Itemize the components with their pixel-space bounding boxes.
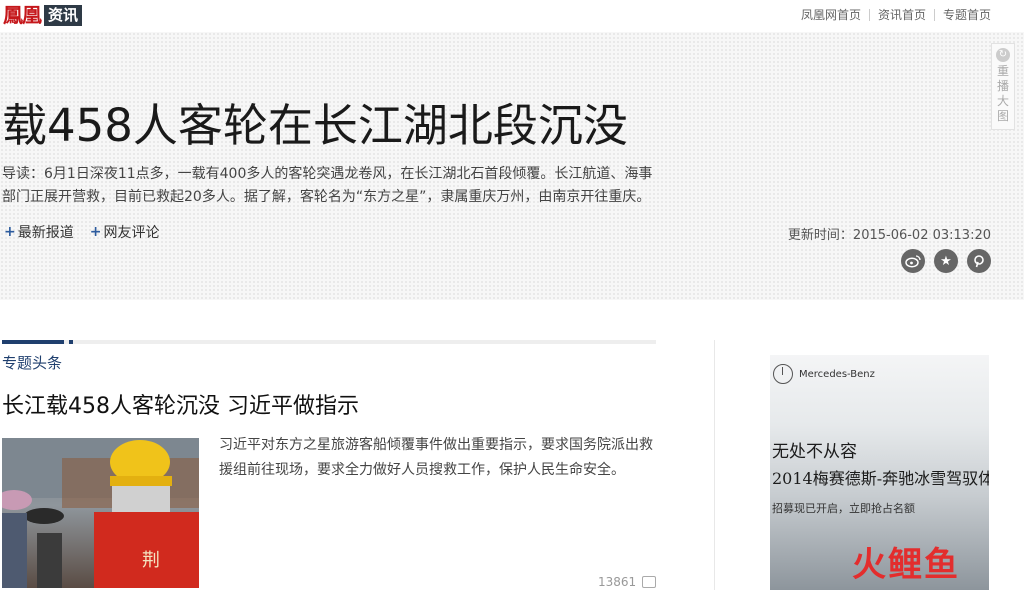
top-nav: 凤凰网首页 资讯首页 专题首页: [801, 6, 991, 23]
pinterest-icon[interactable]: [967, 249, 991, 273]
hero-title: 载458人客轮在长江湖北段沉没: [2, 99, 628, 152]
logo-section: 资讯: [44, 4, 83, 26]
logo-text: 鳳凰: [3, 3, 42, 27]
refresh-icon: ↻: [996, 48, 1010, 62]
article-thumbnail[interactable]: 荆: [2, 438, 199, 588]
nav-divider: [868, 8, 870, 21]
nav-divider: [933, 8, 935, 21]
user-comments-label: 网友评论: [103, 225, 160, 241]
latest-news-link[interactable]: + 最新报道: [4, 222, 74, 242]
svg-text:荆: 荆: [142, 550, 160, 571]
comment-count-value: 13861: [598, 575, 637, 589]
plus-icon: +: [4, 224, 16, 240]
article-text: 习近平对东方之星旅游客船倾覆事件做出重要指示，要求国务院派出救援组前往现场，要求…: [219, 437, 653, 478]
section-divider: [2, 340, 656, 344]
user-comments-link[interactable]: + 网友评论: [90, 222, 160, 242]
comment-icon: [642, 576, 657, 588]
article-title[interactable]: 长江载458人客轮沉没 习近平做指示: [2, 393, 359, 421]
star-icon[interactable]: ★: [934, 249, 958, 273]
top-bar: 鳳凰 资讯 凤凰网首页 资讯首页 专题首页: [0, 0, 1024, 30]
hero-links: + 最新报道 + 网友评论: [4, 222, 175, 242]
mercedes-logo: Mercedes-Benz: [773, 364, 875, 384]
hero-banner: 载458人客轮在长江湖北段沉没 导读：6月1日深夜11点多，一载有400多人的客…: [0, 32, 1024, 300]
ad-brand: Mercedes-Benz: [799, 368, 875, 380]
comment-count[interactable]: 13861: [598, 575, 657, 589]
ad-headline: 无处不从容: [772, 442, 857, 462]
latest-news-label: 最新报道: [17, 225, 74, 241]
ad-subheadline: 2014梅赛德斯-奔驰冰雪驾驭体验: [772, 469, 989, 488]
column-divider: [714, 340, 715, 590]
hero-summary: 导读：6月1日深夜11点多，一载有400多人的客轮突遇龙卷风，在长江湖北石首段倾…: [2, 166, 653, 205]
mercedes-star-icon: [773, 364, 793, 384]
nav-ifeng-home[interactable]: 凤凰网首页: [801, 6, 861, 23]
section-divider-accent: [2, 340, 64, 344]
share-buttons: ★: [892, 249, 991, 273]
nav-special-home[interactable]: 专题首页: [943, 6, 991, 23]
ifeng-news-logo[interactable]: 鳳凰 资讯: [3, 3, 83, 27]
update-time: 更新时间：2015-06-02 03:13:20: [787, 228, 991, 243]
watermark-logo: 火鲤鱼: [852, 545, 960, 585]
section-divider-dot: [69, 340, 73, 344]
plus-icon: +: [89, 224, 102, 240]
replay-gallery-button[interactable]: ↻ 重播大图: [991, 43, 1015, 130]
weibo-icon[interactable]: [901, 249, 925, 273]
nav-news-home[interactable]: 资讯首页: [878, 6, 926, 23]
ad-cta-text: 招募现已开启，立即抢占名额: [772, 502, 915, 515]
section-title: 专题头条: [2, 354, 63, 372]
replay-label: 重播大图: [996, 64, 1009, 123]
